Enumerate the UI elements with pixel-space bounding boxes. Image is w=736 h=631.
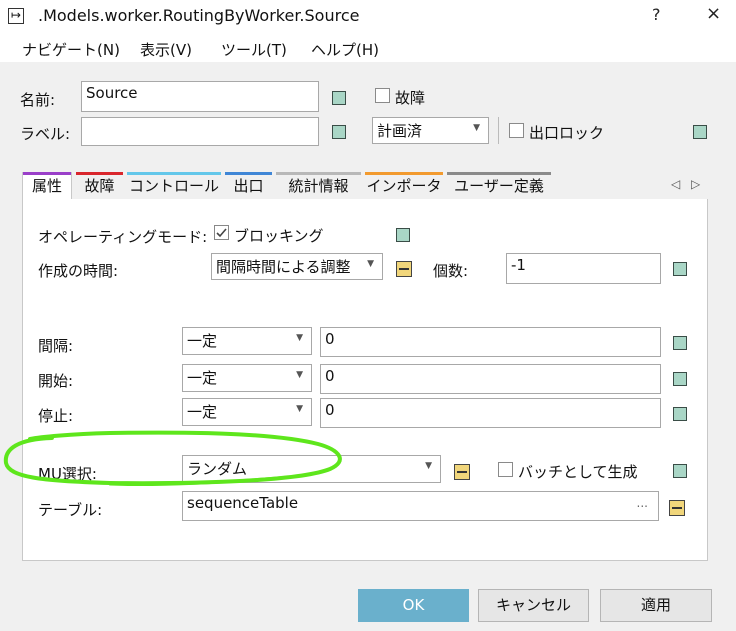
divider xyxy=(498,117,499,144)
menu-navigate[interactable]: ナビゲート(N) xyxy=(22,39,120,60)
batch-checkbox[interactable] xyxy=(498,462,513,477)
tab-label: 出口 xyxy=(233,177,264,195)
chevron-down-icon: ▼ xyxy=(296,333,303,343)
label-input[interactable] xyxy=(81,117,319,146)
tab-exit[interactable]: 出口 xyxy=(225,172,272,199)
operating-mode-label: オペレーティングモード: xyxy=(38,228,208,246)
blocking-checkbox[interactable] xyxy=(214,225,229,240)
tab-color-bar xyxy=(76,172,123,175)
tab-failure[interactable]: 故障 xyxy=(76,172,123,199)
chevron-down-icon: ▼ xyxy=(367,259,374,269)
name-inherit-icon[interactable] xyxy=(332,91,346,105)
tab-color-bar xyxy=(23,172,71,175)
apply-button[interactable]: 適用 xyxy=(600,589,712,622)
start-distribution-dropdown[interactable]: 一定 ▼ xyxy=(182,364,312,392)
tab-control[interactable]: コントロール xyxy=(127,172,221,199)
ok-button[interactable]: OK xyxy=(358,589,469,622)
tab-color-bar xyxy=(447,172,551,175)
tab-label: 属性 xyxy=(31,177,62,195)
chevron-down-icon: ▼ xyxy=(296,370,303,380)
chevron-down-icon: ▼ xyxy=(473,123,480,133)
name-label: 名前: xyxy=(20,91,56,109)
stop-distribution-dropdown[interactable]: 一定 ▼ xyxy=(182,398,312,426)
tab-color-bar xyxy=(225,172,272,175)
checkmark-icon xyxy=(216,228,227,238)
cancel-button[interactable]: キャンセル xyxy=(478,589,589,622)
count-inherit-icon[interactable] xyxy=(673,262,687,276)
blocking-label: ブロッキング xyxy=(234,227,324,245)
route-arrow-icon: ↦ xyxy=(8,8,24,24)
window-title: .Models.worker.RoutingByWorker.Source xyxy=(38,6,360,25)
menu-view[interactable]: 表示(V) xyxy=(140,39,192,60)
creation-time-label: 作成の時間: xyxy=(38,262,119,280)
tab-next-icon[interactable]: ▷ xyxy=(691,177,700,191)
interval-distribution-dropdown[interactable]: 一定 ▼ xyxy=(182,327,312,355)
chevron-down-icon: ▼ xyxy=(296,404,303,414)
tab-statistics[interactable]: 統計情報 xyxy=(276,172,361,199)
table-method-icon[interactable] xyxy=(669,500,685,516)
tab-user-defined[interactable]: ユーザー定義 xyxy=(447,172,551,199)
operating-mode-inherit-icon[interactable] xyxy=(396,228,410,242)
tab-importer[interactable]: インポータ xyxy=(365,172,443,199)
stop-label: 停止: xyxy=(38,407,74,425)
tab-label: 故障 xyxy=(84,177,115,195)
tab-color-bar xyxy=(127,172,221,175)
tab-color-bar xyxy=(365,172,443,175)
table-label: テーブル: xyxy=(38,501,103,519)
mu-selection-method-icon[interactable] xyxy=(454,464,470,480)
exit-lock-checkbox[interactable] xyxy=(509,123,524,138)
label-inherit-icon[interactable] xyxy=(332,125,346,139)
browse-button[interactable]: ... xyxy=(637,496,648,510)
start-input[interactable]: 0 xyxy=(320,364,661,394)
creation-time-method-icon[interactable] xyxy=(396,261,412,277)
failure-label: 故障 xyxy=(395,89,426,107)
start-dist-value: 一定 xyxy=(187,369,218,387)
tab-label: ユーザー定義 xyxy=(454,177,544,195)
count-label: 個数: xyxy=(433,262,469,280)
count-input[interactable]: -1 xyxy=(506,253,661,284)
annotation-highlight xyxy=(3,430,342,487)
interval-label: 間隔: xyxy=(38,337,74,355)
batch-inherit-icon[interactable] xyxy=(673,464,687,478)
start-inherit-icon[interactable] xyxy=(673,372,687,386)
failure-checkbox[interactable] xyxy=(375,88,390,103)
creation-time-dropdown[interactable]: 間隔時間による調整 ▼ xyxy=(211,253,383,280)
interval-input[interactable]: 0 xyxy=(320,327,661,357)
stop-inherit-icon[interactable] xyxy=(673,407,687,421)
close-button[interactable]: × xyxy=(706,3,721,24)
menu-help[interactable]: ヘルプ(H) xyxy=(311,39,379,60)
status-dropdown[interactable]: 計画済 ▼ xyxy=(372,117,489,144)
tab-attributes[interactable]: 属性 xyxy=(22,172,72,199)
chevron-down-icon: ▼ xyxy=(425,461,432,471)
tab-label: 統計情報 xyxy=(288,177,349,195)
interval-dist-value: 一定 xyxy=(187,332,218,350)
tab-prev-icon[interactable]: ◁ xyxy=(671,177,680,191)
tab-label: コントロール xyxy=(128,177,219,195)
menu-tools[interactable]: ツール(T) xyxy=(221,39,287,60)
label-label: ラベル: xyxy=(20,125,71,143)
creation-time-value: 間隔時間による調整 xyxy=(216,258,351,276)
interval-inherit-icon[interactable] xyxy=(673,336,687,350)
tab-color-bar xyxy=(276,172,361,175)
status-value: 計画済 xyxy=(377,122,423,140)
tab-label: インポータ xyxy=(366,177,442,195)
help-button[interactable]: ? xyxy=(652,5,661,24)
stop-dist-value: 一定 xyxy=(187,403,218,421)
start-label: 開始: xyxy=(38,372,74,390)
name-input[interactable]: Source xyxy=(81,81,319,112)
exit-lock-label: 出口ロック xyxy=(529,124,605,142)
exit-lock-inherit-icon[interactable] xyxy=(693,125,707,139)
stop-input[interactable]: 0 xyxy=(320,398,661,428)
batch-label: バッチとして生成 xyxy=(518,463,638,481)
